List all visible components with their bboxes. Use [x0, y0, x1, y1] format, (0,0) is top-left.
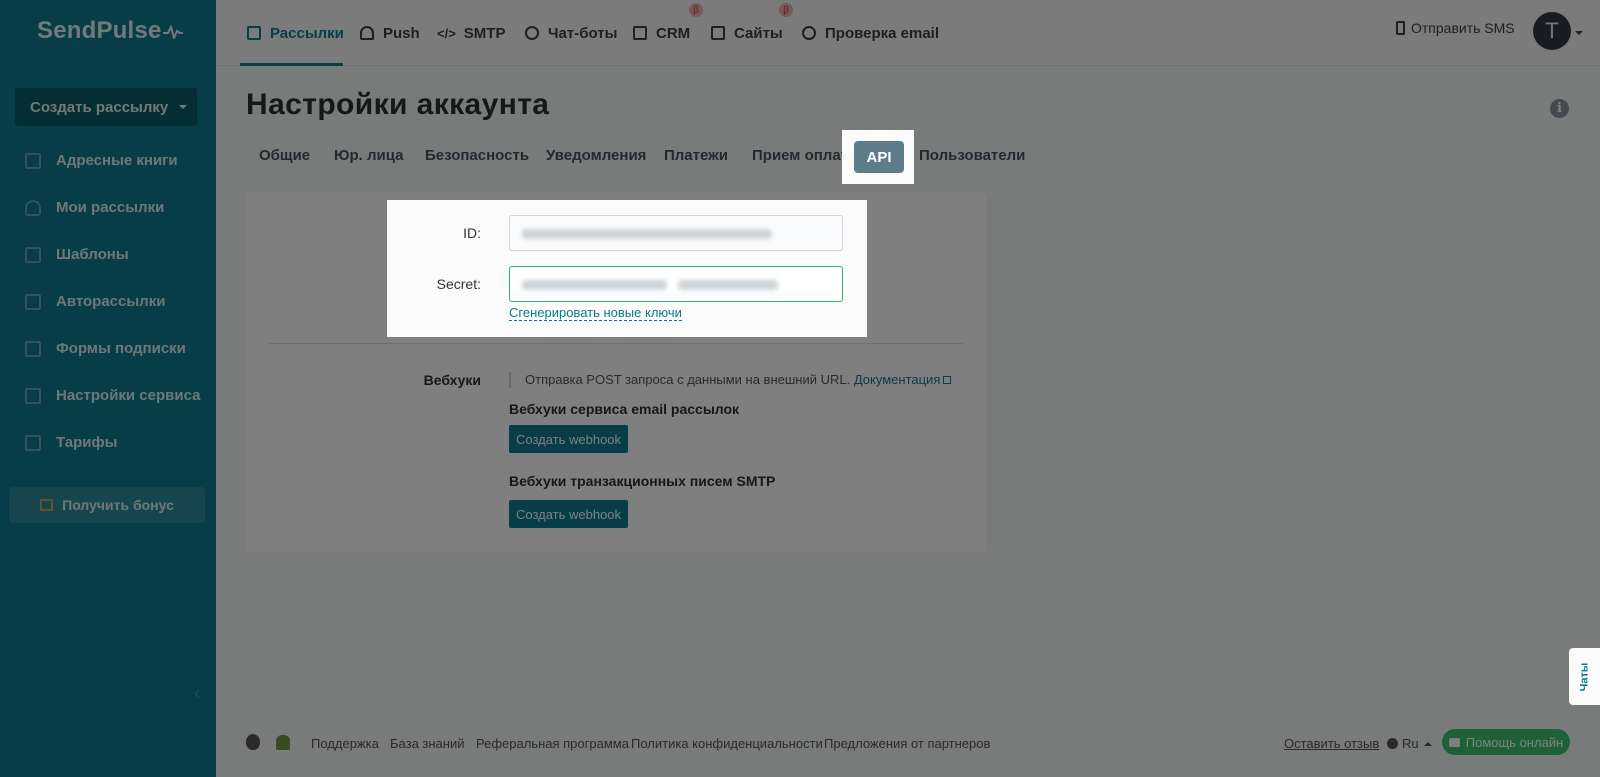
sidebar-item-templates[interactable]: Шаблоны: [0, 231, 216, 278]
collapse-sidebar-icon[interactable]: ‹: [194, 683, 200, 704]
info-icon[interactable]: i: [1550, 99, 1569, 118]
external-link-icon: [943, 376, 952, 384]
webhooks-label: Вебхуки: [423, 372, 481, 388]
campaigns-icon: [25, 199, 41, 216]
footer-link-referral[interactable]: Реферальная программа: [476, 736, 629, 751]
create-smtp-webhook-button[interactable]: Создать webhook: [509, 500, 628, 528]
website-icon: [711, 26, 725, 40]
chats-side-tab[interactable]: Чаты: [1569, 648, 1600, 705]
get-bonus-button[interactable]: Получить бонус: [9, 487, 205, 523]
tab-security[interactable]: Безопасность: [425, 147, 529, 164]
webhooks-description: Отправка POST запроса с данными на внешн…: [509, 372, 952, 388]
sidebar-item-subscription-forms[interactable]: Формы подписки: [0, 325, 216, 372]
chat-icon: [525, 26, 539, 40]
footer-link-support[interactable]: Поддержка: [311, 736, 379, 751]
send-sms-link[interactable]: Отправить SMS: [1396, 20, 1515, 36]
nav-item-email-verification[interactable]: Проверка email: [802, 0, 939, 66]
footer: Поддержка База знаний Реферальная програ…: [246, 729, 1576, 756]
sites-beta-badge: β: [779, 3, 793, 17]
help-online-button[interactable]: Помощь онлайн: [1442, 729, 1570, 755]
footer-link-privacy[interactable]: Политика конфиденциальности: [631, 736, 823, 751]
redacted-value: [522, 280, 667, 290]
globe-icon: [1387, 738, 1398, 749]
avatar[interactable]: T: [1533, 12, 1571, 50]
leave-review-link[interactable]: Оставить отзыв: [1284, 736, 1379, 751]
crm-icon: [633, 26, 647, 40]
apple-icon[interactable]: [246, 734, 260, 750]
tab-payments[interactable]: Платежи: [664, 147, 728, 164]
language-selector[interactable]: Ru: [1387, 736, 1432, 751]
email-webhooks-title: Вебхуки сервиса email рассылок: [509, 401, 740, 417]
tab-users[interactable]: Пользователи: [919, 147, 1025, 164]
documentation-link[interactable]: Документация: [854, 372, 941, 387]
id-label-highlighted: ID:: [463, 225, 481, 241]
nav-item-push[interactable]: Push: [360, 0, 420, 66]
api-secret-field[interactable]: [509, 266, 843, 302]
redacted-value: [678, 280, 778, 290]
create-campaign-button[interactable]: Создать рассылку: [15, 88, 197, 126]
logo[interactable]: SendPulse: [37, 17, 183, 45]
active-nav-underline: [240, 63, 343, 66]
templates-icon: [25, 246, 41, 263]
check-circle-icon: [802, 26, 816, 40]
api-id-field[interactable]: [509, 215, 843, 251]
nav-item-smtp[interactable]: </> SMTP: [437, 0, 505, 66]
service-settings-icon: [25, 387, 41, 404]
footer-link-partners[interactable]: Предложения от партнеров: [824, 736, 990, 751]
tab-legal-entities[interactable]: Юр. лица: [334, 147, 403, 164]
footer-link-knowledge-base[interactable]: База знаний: [390, 736, 465, 751]
chat-bubble-icon: [1448, 737, 1460, 747]
regenerate-keys-link[interactable]: Сгенерировать новые ключи: [509, 305, 682, 321]
tab-notifications[interactable]: Уведомления: [546, 147, 646, 164]
phone-icon: [1396, 21, 1405, 35]
address-book-icon: [25, 152, 41, 169]
sidebar-item-service-settings[interactable]: Настройки сервиса: [0, 372, 216, 419]
smtp-webhooks-title: Вебхуки транзакционных писем SMTP: [509, 473, 776, 489]
nav-item-sites[interactable]: Сайты: [711, 0, 783, 66]
secret-label-highlighted: Secret:: [436, 276, 481, 292]
sidebar-item-automation[interactable]: Авторассылки: [0, 278, 216, 325]
chevron-down-icon[interactable]: [1575, 31, 1583, 35]
chevron-down-icon[interactable]: [179, 105, 187, 109]
tab-payment-acceptance[interactable]: Прием оплат: [752, 147, 848, 164]
page-title: Настройки аккаунта: [246, 88, 550, 121]
create-email-webhook-button[interactable]: Создать webhook: [509, 425, 628, 453]
tab-api[interactable]: API: [854, 141, 904, 173]
android-icon[interactable]: [276, 735, 290, 750]
nav-item-campaigns[interactable]: Рассылки: [247, 0, 344, 66]
sidebar-item-pricing[interactable]: Тарифы: [0, 419, 216, 466]
crm-beta-badge: β: [689, 3, 703, 17]
sidebar-item-my-campaigns[interactable]: Мои рассылки: [0, 184, 216, 231]
pricing-icon: [25, 434, 41, 451]
code-icon: </>: [437, 25, 456, 41]
divider: [269, 343, 963, 344]
bell-icon: [360, 26, 374, 40]
nav-item-crm[interactable]: CRM: [633, 0, 690, 66]
caret-up-icon: [1423, 741, 1432, 746]
gift-icon: [40, 499, 54, 511]
sidebar-menu: Адресные книги Мои рассылки Шаблоны Авто…: [0, 137, 216, 466]
mail-icon: [247, 26, 261, 40]
nav-item-chatbots[interactable]: Чат-боты: [525, 0, 617, 66]
automation-icon: [25, 293, 41, 310]
subscription-forms-icon: [25, 340, 41, 357]
sidebar: SendPulse Создать рассылку Адресные книг…: [0, 0, 216, 777]
sidebar-item-address-books[interactable]: Адресные книги: [0, 137, 216, 184]
redacted-value: [522, 229, 772, 239]
tab-general[interactable]: Общие: [259, 147, 310, 164]
